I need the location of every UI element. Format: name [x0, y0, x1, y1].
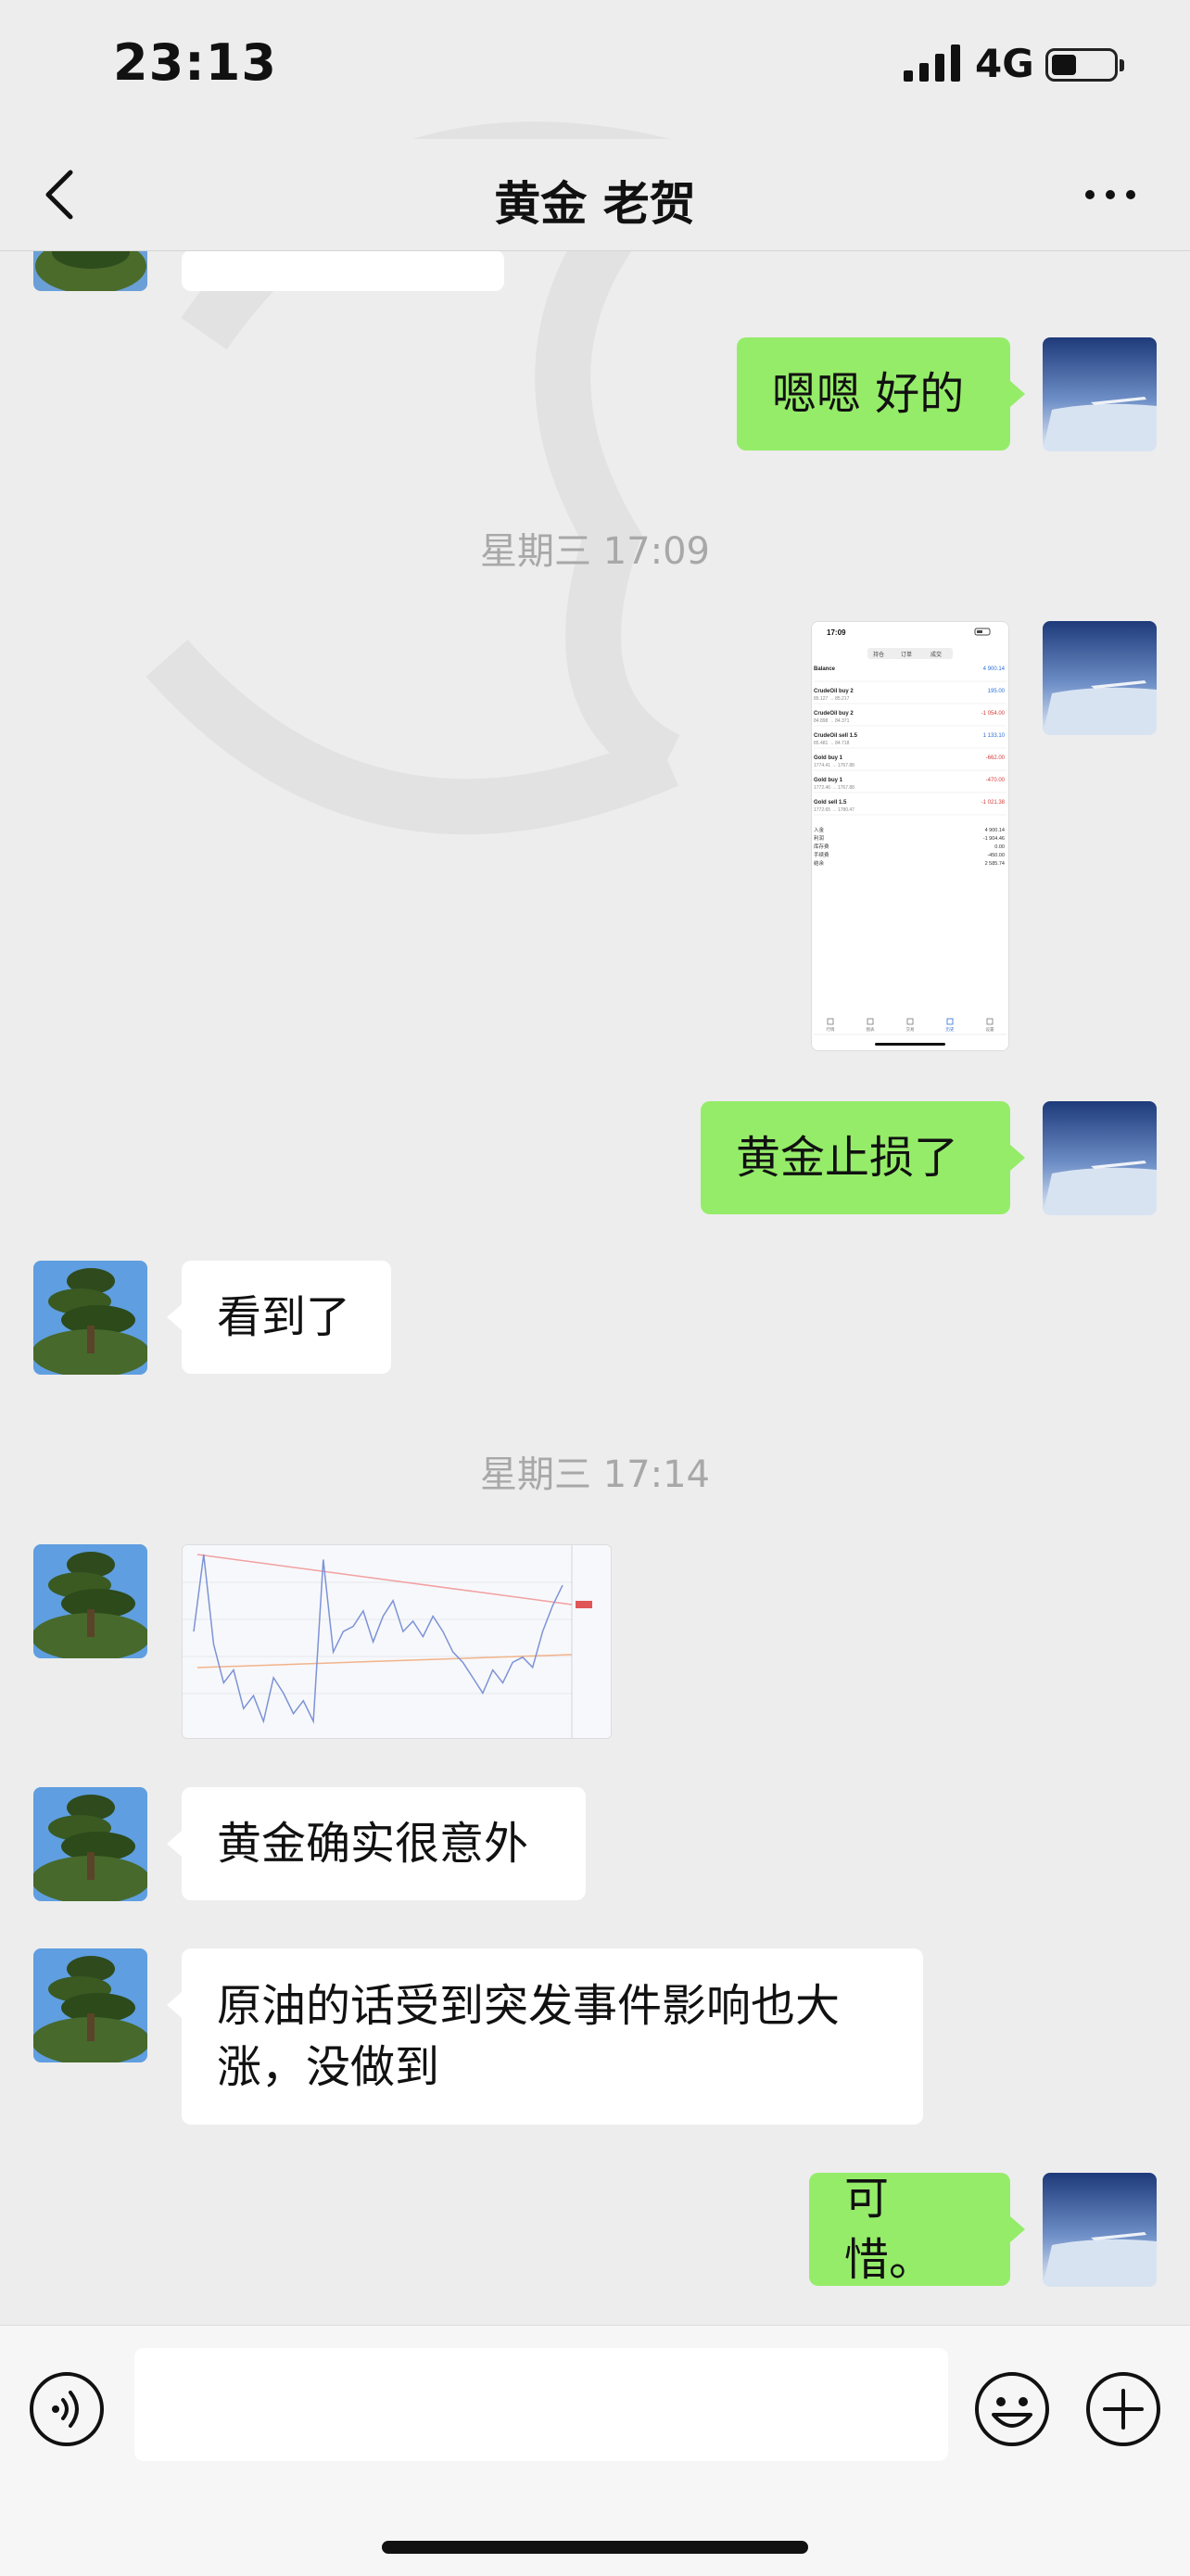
screenshot-row-name: CrudeOil sell 1.5 — [814, 733, 858, 739]
screenshot-summary-value: 0.00 — [994, 844, 1005, 850]
message-text: 可惜。 — [844, 2173, 934, 2286]
my-avatar[interactable] — [1043, 337, 1157, 451]
screenshot-row-detail: 85.127 → 85.217 — [814, 696, 850, 702]
screenshot-row-name: CrudeOil buy 2 — [814, 689, 854, 694]
bubble-tail — [1010, 1145, 1025, 1171]
screenshot-bottom-tab: 图表 — [867, 1026, 875, 1033]
price-chart-image[interactable] — [182, 1544, 612, 1739]
screenshot-row-name: Balance — [814, 666, 836, 672]
battery-tip — [1120, 59, 1124, 71]
message-text: 黄金止损了 — [736, 1132, 959, 1184]
screenshot-summary-label: 手续费 — [814, 851, 829, 858]
my-avatar[interactable] — [1043, 621, 1157, 735]
battery-icon — [1045, 48, 1118, 82]
emoji-icon[interactable] — [973, 2370, 1051, 2448]
screenshot-row-detail: 84.898 → 84.371 — [814, 718, 850, 724]
screenshot-row-detail: 85.481 → 84.718 — [814, 741, 850, 746]
partial-message-bubble — [182, 250, 504, 291]
voice-icon[interactable] — [28, 2370, 106, 2448]
screenshot-summary-value: 4 900.14 — [985, 828, 1005, 833]
message-bubble[interactable]: 看到了 — [182, 1261, 391, 1374]
screenshot-row-value: -662.00 — [986, 755, 1006, 761]
screenshot-row-detail: 1772.65 → 1780.47 — [814, 807, 855, 813]
trading-screenshot[interactable]: 17:09 持仓 订单 成交 Balance 4 900.14 CrudeOil b… — [811, 621, 1009, 1051]
screenshot-tab: 订单 — [901, 651, 912, 658]
plus-icon[interactable] — [1084, 2370, 1162, 2448]
screenshot-summary-value: 2 585.74 — [985, 861, 1005, 867]
screenshot-row-detail: 1772.46 → 1767.88 — [814, 785, 855, 791]
contact-avatar[interactable] — [33, 1948, 147, 2062]
screenshot-summary-label: 结余 — [814, 859, 825, 867]
nav-bar: 黄金 老贺 — [0, 139, 1190, 251]
screenshot-bottom-tab: 行情 — [827, 1026, 835, 1033]
screenshot-summary-label: 入金 — [814, 826, 825, 833]
screenshot-summary-label: 库存费 — [814, 843, 829, 850]
message-bubble[interactable]: 原油的话受到突发事件影响也大涨，没做到 — [182, 1948, 923, 2125]
message-text: 看到了 — [217, 1291, 351, 1343]
network-type: 4G — [975, 41, 1034, 86]
contact-avatar[interactable] — [33, 1787, 147, 1901]
screenshot-bottom-tab: 交易 — [906, 1026, 915, 1033]
screenshot-row-name: Gold buy 1 — [814, 778, 843, 783]
message-bubble[interactable]: 黄金止损了 — [701, 1101, 1010, 1214]
screenshot-bottom-tab: 设置 — [986, 1026, 994, 1033]
contact-avatar[interactable] — [33, 1261, 147, 1375]
signal-icon — [904, 44, 960, 82]
timestamp: 星期三 17:09 — [480, 530, 710, 573]
status-time: 23:13 — [113, 33, 277, 92]
my-avatar[interactable] — [1043, 2173, 1157, 2287]
bubble-tail — [167, 1992, 182, 2018]
screenshot-summary-value: -1 904.46 — [983, 836, 1005, 842]
screenshot-row-value: 1 133.10 — [983, 733, 1006, 739]
chat-title: 黄金 老贺 — [494, 177, 696, 231]
price-chart — [183, 1545, 611, 1738]
screenshot-summary-label: 利润 — [814, 834, 825, 842]
message-text: 黄金确实很意外 — [217, 1818, 529, 1870]
screenshot-row-value: -1 021.38 — [981, 800, 1006, 806]
message-bubble[interactable]: 嗯嗯 好的 — [737, 337, 1010, 450]
message-text: 嗯嗯 好的 — [772, 368, 965, 420]
bubble-tail — [1010, 2216, 1025, 2242]
screenshot-row-detail: 1774.41 → 1767.88 — [814, 763, 855, 768]
message-text: 原油的话受到突发事件影响也大涨，没做到 — [217, 1980, 841, 2093]
bubble-tail — [1010, 381, 1025, 407]
home-indicator — [382, 2541, 808, 2554]
screenshot-row-value: -470.00 — [986, 778, 1006, 783]
timestamp: 星期三 17:14 — [480, 1453, 710, 1496]
bubble-tail — [167, 1831, 182, 1857]
more-icon[interactable] — [1082, 185, 1138, 204]
screenshot-tab: 成交 — [930, 651, 942, 658]
screenshot-row-name: Gold sell 1.5 — [814, 800, 847, 806]
screenshot-row-value: 4 900.14 — [983, 666, 1006, 672]
screenshot-row-value: -1 054.00 — [981, 711, 1006, 717]
contact-avatar[interactable] — [33, 1544, 147, 1658]
price-tag — [576, 1601, 592, 1608]
screenshot-row-value: 195.00 — [988, 689, 1006, 694]
screenshot-tab: 持仓 — [873, 651, 884, 658]
screenshot-summary-value: -450.00 — [987, 853, 1005, 858]
my-avatar[interactable] — [1043, 1101, 1157, 1215]
bubble-tail — [167, 1304, 182, 1330]
screenshot-row-name: Gold buy 1 — [814, 755, 843, 761]
screenshot-bottom-tab: 历史 — [946, 1026, 955, 1033]
message-bubble[interactable]: 可惜。 — [809, 2173, 1010, 2286]
message-input[interactable] — [134, 2348, 948, 2461]
screenshot-time: 17:09 — [827, 628, 846, 637]
input-bar — [0, 2325, 1190, 2576]
status-bar: 23:13 4G — [0, 0, 1190, 139]
screenshot-row-name: CrudeOil buy 2 — [814, 711, 854, 717]
message-bubble[interactable]: 黄金确实很意外 — [182, 1787, 586, 1900]
